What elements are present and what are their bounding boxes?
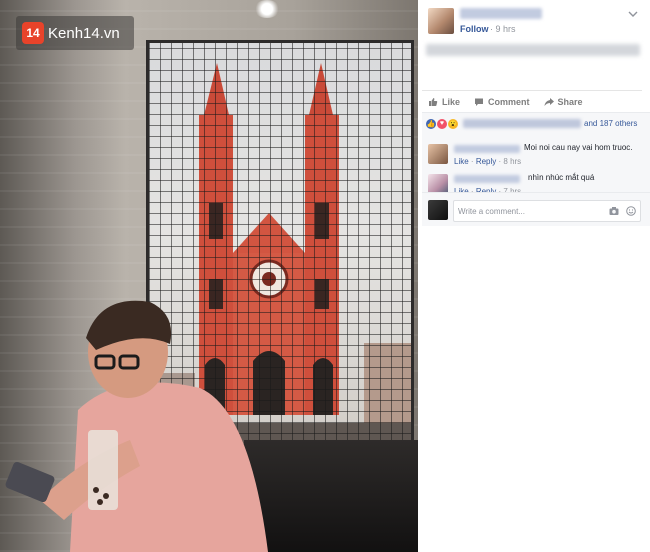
wow-reaction-icon: 😮 [448,118,458,129]
follow-link[interactable]: Follow [460,24,489,34]
commenter-name-blurred[interactable] [454,145,520,153]
share-icon [544,97,554,106]
post-text-blurred [426,44,640,56]
comment-text: Moi noi cau nay vai hom truoc. [524,143,633,152]
post-header: Follow · 9 hrs [422,0,650,40]
post-photo[interactable]: 14 Kenh14.vn [0,0,418,552]
author-avatar[interactable] [428,8,454,34]
author-name-blurred[interactable] [460,8,542,19]
write-comment-row [422,192,650,226]
facebook-post-panel: Follow · 9 hrs Like Comment Share 👍 ♥ 😮 … [422,0,650,552]
like-button-label: Like [442,96,461,107]
kenh14-brand-text: Kenh14.vn [48,24,120,42]
reactor-names-blurred[interactable] [463,119,581,128]
camera-icon[interactable] [609,206,619,216]
share-button[interactable]: Share [544,97,583,107]
reactions-summary[interactable]: 👍 ♥ 😮 and 187 others [422,112,650,134]
commenter-avatar[interactable] [428,174,448,194]
like-reaction-icon: 👍 [426,118,436,129]
others-count-link[interactable]: and 187 others [584,119,637,128]
post-timestamp[interactable]: · 9 hrs [490,24,516,34]
comment-item: Moi noi cau nay vai hom truoc. Like · Re… [422,138,650,168]
thumbs-up-icon [429,97,438,106]
comment-icon [475,98,484,106]
comment-like-link[interactable]: Like [454,157,469,166]
ceiling-light [254,0,280,18]
kenh14-watermark: 14 Kenh14.vn [16,16,134,50]
emoji-icon[interactable] [626,206,636,216]
post-action-bar: Like Comment Share [422,90,642,112]
comment-button-label: Comment [488,96,530,107]
share-button-label: Share [557,96,583,107]
seated-person [5,300,268,552]
current-user-avatar [428,200,448,220]
commenter-avatar[interactable] [428,144,448,164]
comment-reply-link[interactable]: Reply [476,157,496,166]
kenh14-badge: 14 [22,22,44,44]
chevron-down-icon[interactable] [628,9,638,19]
comment-button[interactable]: Comment [474,97,530,107]
comment-time[interactable]: 8 hrs [503,157,521,166]
commenter-name-blurred[interactable] [454,175,520,183]
time-separator: · [490,24,493,34]
comment-text: nhìn nhúc mắt quá [528,173,595,182]
time-text: 9 hrs [495,24,516,34]
like-button[interactable]: Like [428,97,460,107]
love-reaction-icon: ♥ [437,118,447,129]
comment-meta: Like · Reply · 8 hrs [454,157,522,166]
